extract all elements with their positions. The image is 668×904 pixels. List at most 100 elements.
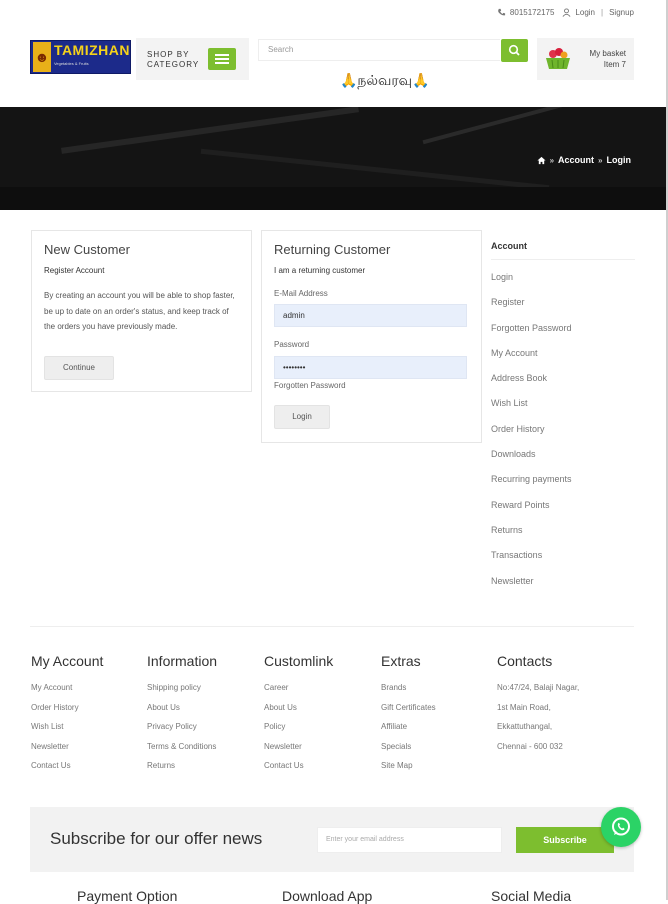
footer-link[interactable]: Terms & Conditions: [147, 742, 217, 762]
continue-button[interactable]: Continue: [44, 356, 114, 380]
footer-column-information: Information Shipping policy About Us Pri…: [147, 653, 217, 781]
footer-column-my-account: My Account My Account Order History Wish…: [31, 653, 103, 781]
returning-customer-subtitle: I am a returning customer: [274, 266, 366, 275]
footer-column-contacts: Contacts No:47/24, Balaji Nagar, 1st Mai…: [497, 653, 579, 761]
account-menu-returns[interactable]: Returns: [491, 524, 572, 549]
footer-link[interactable]: Gift Certificates: [381, 703, 436, 723]
whatsapp-icon: [612, 817, 630, 836]
subscribe-button[interactable]: Subscribe: [516, 827, 614, 853]
password-label: Password: [274, 340, 310, 349]
address-line: No:47/24, Balaji Nagar,: [497, 683, 580, 692]
account-menu-wish-list[interactable]: Wish List: [491, 397, 572, 422]
footer-link[interactable]: Returns: [147, 761, 217, 781]
logo-text: TAMIZHAN: [53, 42, 130, 58]
address-line: 1st Main Road,: [497, 702, 551, 712]
footer-link[interactable]: Order History: [31, 703, 103, 723]
account-menu-title: Account: [491, 241, 527, 251]
whatsapp-button[interactable]: [601, 807, 641, 847]
basket-title: My basket: [589, 49, 626, 58]
signup-link[interactable]: Signup: [609, 8, 634, 17]
footer-link[interactable]: Site Map: [381, 761, 436, 781]
account-menu-forgotten-password[interactable]: Forgotten Password: [491, 322, 572, 347]
footer-link[interactable]: Specials: [381, 742, 436, 762]
account-menu-reward-points[interactable]: Reward Points: [491, 499, 572, 524]
footer-link[interactable]: Career: [264, 683, 333, 703]
footer-heading: Information: [147, 653, 218, 669]
address-line: Chennai - 600 032: [497, 741, 563, 751]
breadcrumb-account[interactable]: Account: [558, 155, 594, 165]
returning-customer-title: Returning Customer: [274, 242, 391, 257]
menu-icon[interactable]: [208, 48, 236, 70]
footer-link[interactable]: Shipping policy: [147, 683, 217, 703]
site-logo[interactable]: ☻ TAMIZHAN Vegetables & Fruits: [30, 40, 131, 74]
chevron-right-icon: »: [598, 155, 603, 165]
register-account-subtitle: Register Account: [44, 266, 105, 275]
footer-link[interactable]: Contact Us: [31, 761, 103, 781]
account-menu-address-book[interactable]: Address Book: [491, 372, 572, 397]
forgotten-password-link[interactable]: Forgotten Password: [274, 381, 346, 390]
phone-icon: [498, 8, 506, 16]
basket-count: Item 7: [603, 60, 626, 69]
search-input[interactable]: Search: [258, 39, 500, 61]
new-customer-description: By creating an account you will be able …: [44, 291, 235, 331]
address-line: Ekkattuthangal,: [497, 722, 553, 732]
account-menu-recurring-payments[interactable]: Recurring payments: [491, 473, 572, 498]
search-button[interactable]: [501, 39, 528, 62]
phone-number[interactable]: 8015172175: [510, 8, 555, 17]
basket-icon: [546, 48, 570, 69]
footer-link[interactable]: About Us: [264, 703, 333, 723]
login-link[interactable]: Login: [575, 8, 595, 17]
returning-customer-panel: Returning Customer I am a returning cust…: [261, 230, 482, 443]
footer-link[interactable]: Newsletter: [31, 742, 103, 762]
divider: [30, 626, 634, 627]
login-button[interactable]: Login: [274, 405, 330, 429]
divider: [491, 259, 635, 260]
basket[interactable]: My basket Item 7: [537, 38, 634, 80]
account-menu-order-history[interactable]: Order History: [491, 423, 572, 448]
subscribe-email-input[interactable]: Enter your email address: [317, 827, 502, 853]
account-menu-downloads[interactable]: Downloads: [491, 448, 572, 473]
logo-farmer-icon: ☻: [33, 42, 51, 72]
footer-link[interactable]: Policy: [264, 722, 333, 742]
top-bar: 8015172175 Login | Signup: [497, 8, 634, 17]
social-media-heading: Social Media: [491, 888, 572, 904]
password-field[interactable]: ••••••••: [274, 356, 467, 379]
home-icon[interactable]: [537, 156, 546, 165]
footer-heading: Extras: [381, 653, 421, 669]
account-menu-newsletter[interactable]: Newsletter: [491, 575, 572, 600]
breadcrumb-login[interactable]: Login: [607, 155, 632, 165]
footer-link[interactable]: Affiliate: [381, 722, 436, 742]
email-field[interactable]: admin: [274, 304, 467, 327]
payment-option-heading: Payment Option: [77, 888, 178, 904]
footer-heading: Contacts: [497, 653, 553, 669]
footer-link[interactable]: About Us: [147, 703, 217, 723]
footer-heading: My Account: [31, 653, 104, 669]
download-app-heading: Download App: [282, 888, 373, 904]
account-menu-transactions[interactable]: Transactions: [491, 549, 572, 574]
footer-link[interactable]: Contact Us: [264, 761, 333, 781]
search-icon: [508, 44, 520, 56]
shop-by-category[interactable]: SHOP BY CATEGORY: [136, 38, 249, 80]
footer-link[interactable]: Wish List: [31, 722, 103, 742]
footer-link[interactable]: Privacy Policy: [147, 722, 217, 742]
account-menu-login[interactable]: Login: [491, 271, 572, 296]
footer-link[interactable]: My Account: [31, 683, 103, 703]
account-menu-register[interactable]: Register: [491, 296, 572, 321]
chevron-right-icon: »: [549, 155, 555, 165]
footer-link[interactable]: Brands: [381, 683, 436, 703]
logo-subtitle: Vegetables & Fruits: [53, 61, 89, 66]
footer-heading: Customlink: [264, 653, 334, 669]
welcome-text: 🙏நல்வரவு🙏: [340, 73, 430, 89]
shop-by-category-label: SHOP BY CATEGORY: [147, 50, 200, 69]
new-customer-panel: New Customer Register Account By creatin…: [31, 230, 252, 392]
subscribe-title: Subscribe for our offer news: [50, 829, 263, 848]
footer-column-extras: Extras Brands Gift Certificates Affiliat…: [381, 653, 436, 781]
new-customer-title: New Customer: [44, 242, 130, 257]
footer-link[interactable]: Newsletter: [264, 742, 333, 762]
email-label: E-Mail Address: [274, 289, 328, 298]
account-menu-my-account[interactable]: My Account: [491, 347, 572, 372]
separator: |: [601, 8, 604, 17]
breadcrumb: » Account » Login: [537, 155, 631, 165]
footer-column-customlink: Customlink Career About Us Policy Newsle…: [264, 653, 333, 781]
user-icon: [562, 8, 571, 17]
